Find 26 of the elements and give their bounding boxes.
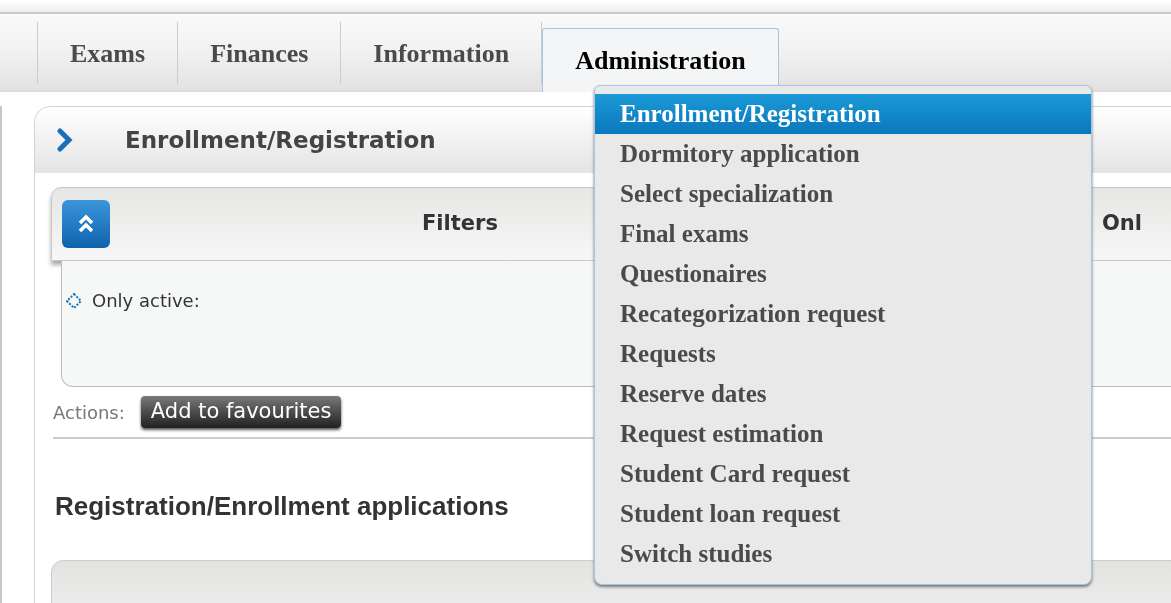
menu-item[interactable]: Student Card request <box>595 454 1091 494</box>
add-to-favourites-button[interactable]: Add to favourites <box>140 396 342 428</box>
menu-item[interactable]: Recategorization request <box>595 294 1091 334</box>
nav-tab[interactable]: Exams <box>38 22 179 84</box>
menu-item[interactable]: Request estimation <box>595 414 1091 454</box>
menu-item[interactable]: Switch studies <box>595 534 1091 574</box>
nav-tab[interactable]: Administration <box>542 28 779 92</box>
menu-item[interactable]: Student loan request <box>595 494 1091 534</box>
panel-title: Enrollment/Registration <box>125 125 436 155</box>
filters-title: Filters <box>422 210 498 238</box>
menu-item[interactable]: Questionaires <box>595 254 1091 294</box>
menu-item[interactable]: Final exams <box>595 214 1091 254</box>
chevron-right-icon[interactable] <box>57 128 73 152</box>
menu-item[interactable]: Requests <box>595 334 1091 374</box>
filter-column-label: Onl <box>1101 210 1142 238</box>
menu-item[interactable]: Reserve dates <box>595 374 1091 414</box>
menu-item[interactable]: Dormitory application <box>595 134 1091 174</box>
collapse-button[interactable] <box>62 200 110 248</box>
menu-item[interactable]: Enrollment/Registration <box>595 94 1091 134</box>
actions-label: Actions: <box>53 400 125 425</box>
section-title: Registration/Enrollment applications <box>55 490 509 523</box>
diamond-icon <box>66 292 82 309</box>
nav-tab[interactable]: Finances <box>178 22 342 84</box>
menu-item[interactable]: Select specialization <box>595 174 1091 214</box>
filter-label: Only active: <box>92 289 200 313</box>
double-chevron-up-icon <box>78 213 94 235</box>
